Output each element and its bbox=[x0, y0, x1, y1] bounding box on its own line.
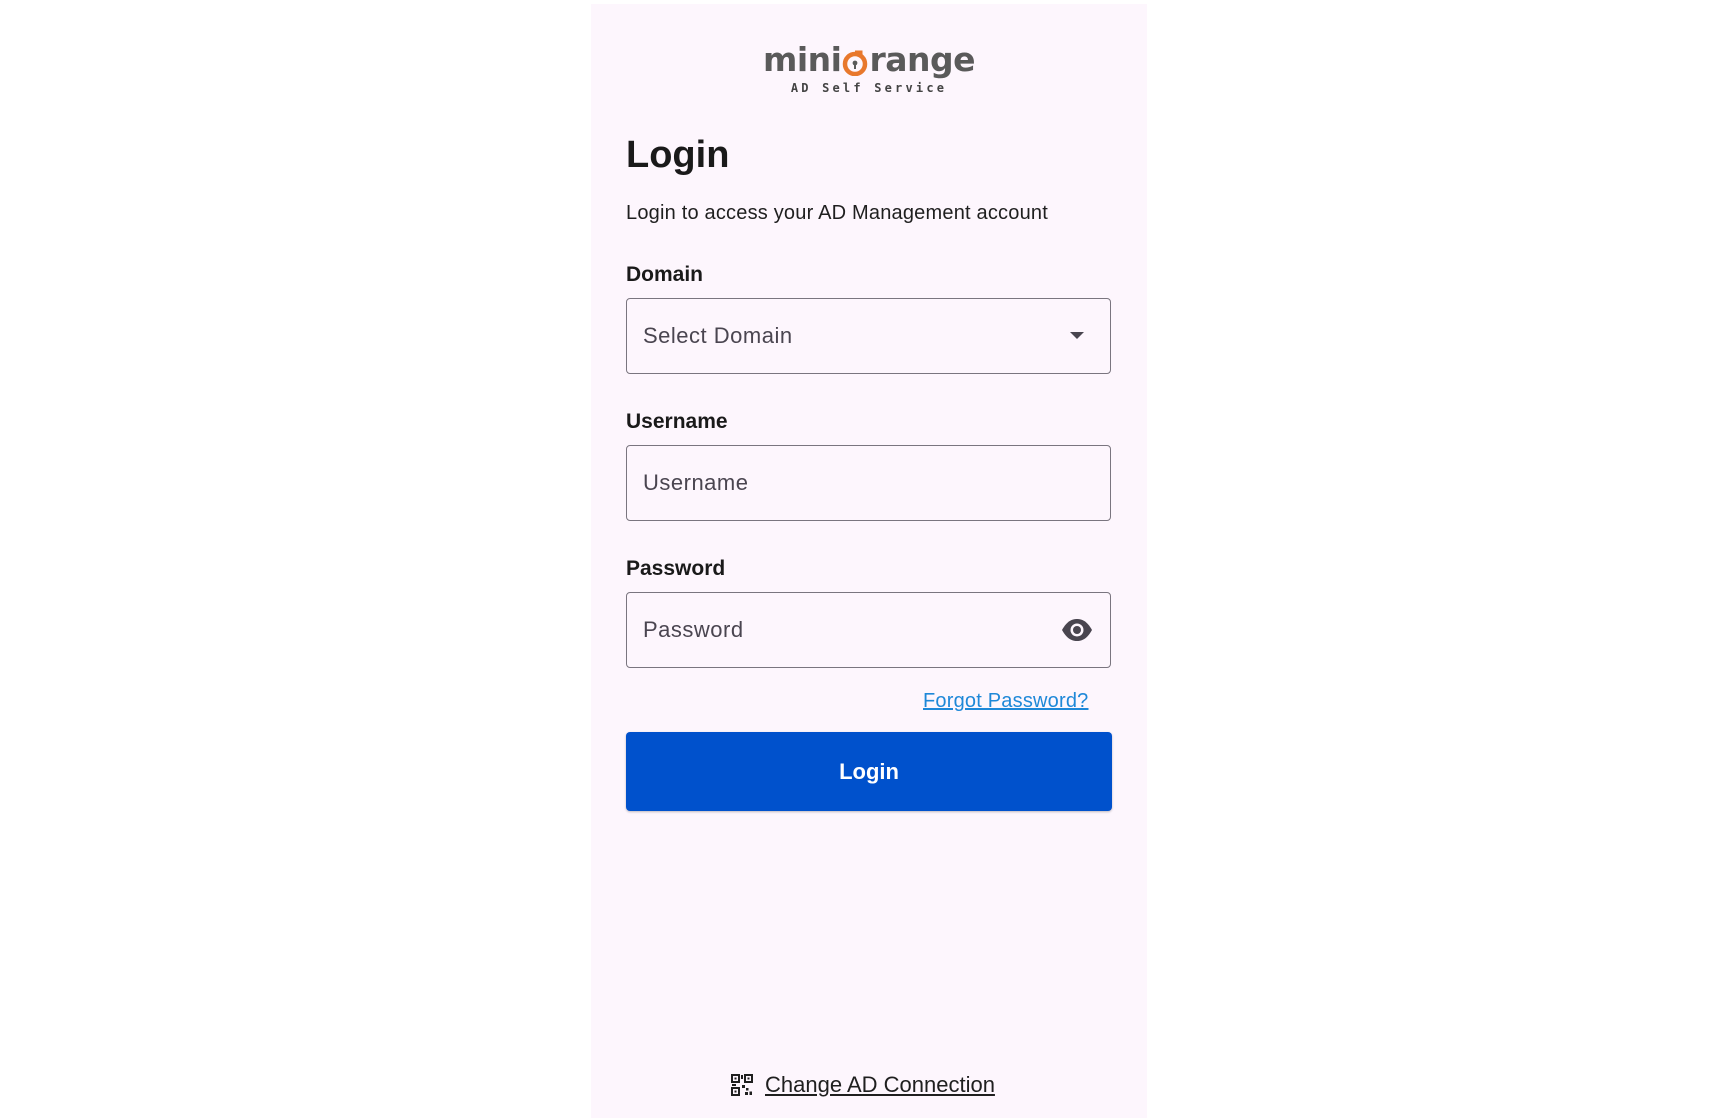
change-ad-connection-label: Change AD Connection bbox=[765, 1072, 995, 1097]
logo-lock-icon bbox=[842, 47, 868, 77]
logo-tagline: AD Self Service bbox=[790, 81, 948, 95]
login-panel: mini range AD Self Service Login Login t… bbox=[591, 4, 1147, 1118]
domain-label: Domain bbox=[626, 263, 704, 286]
username-field-container bbox=[626, 445, 1111, 521]
logo-text-left: mini bbox=[762, 40, 842, 79]
login-button[interactable]: Login bbox=[626, 732, 1112, 811]
password-field-container bbox=[626, 592, 1111, 668]
brand-logo: mini range AD Self Service bbox=[591, 42, 1147, 102]
qr-code-icon bbox=[731, 1074, 753, 1096]
domain-select[interactable]: Select Domain bbox=[626, 298, 1111, 374]
page-subtitle: Login to access your AD Management accou… bbox=[626, 202, 1048, 224]
password-input[interactable] bbox=[643, 593, 1043, 666]
password-label: Password bbox=[626, 557, 726, 580]
logo-text-right: range bbox=[869, 40, 976, 79]
change-ad-connection-link[interactable]: Change AD Connection bbox=[731, 1072, 995, 1098]
logo-wordmark: mini range bbox=[762, 40, 976, 79]
dropdown-caret-icon bbox=[1070, 332, 1084, 339]
eye-icon[interactable] bbox=[1060, 616, 1094, 644]
forgot-password-link[interactable]: Forgot Password? bbox=[923, 690, 1089, 713]
username-label: Username bbox=[626, 410, 728, 433]
username-input[interactable] bbox=[643, 446, 1043, 519]
page-title: Login bbox=[626, 134, 730, 176]
domain-select-value: Select Domain bbox=[643, 323, 793, 348]
